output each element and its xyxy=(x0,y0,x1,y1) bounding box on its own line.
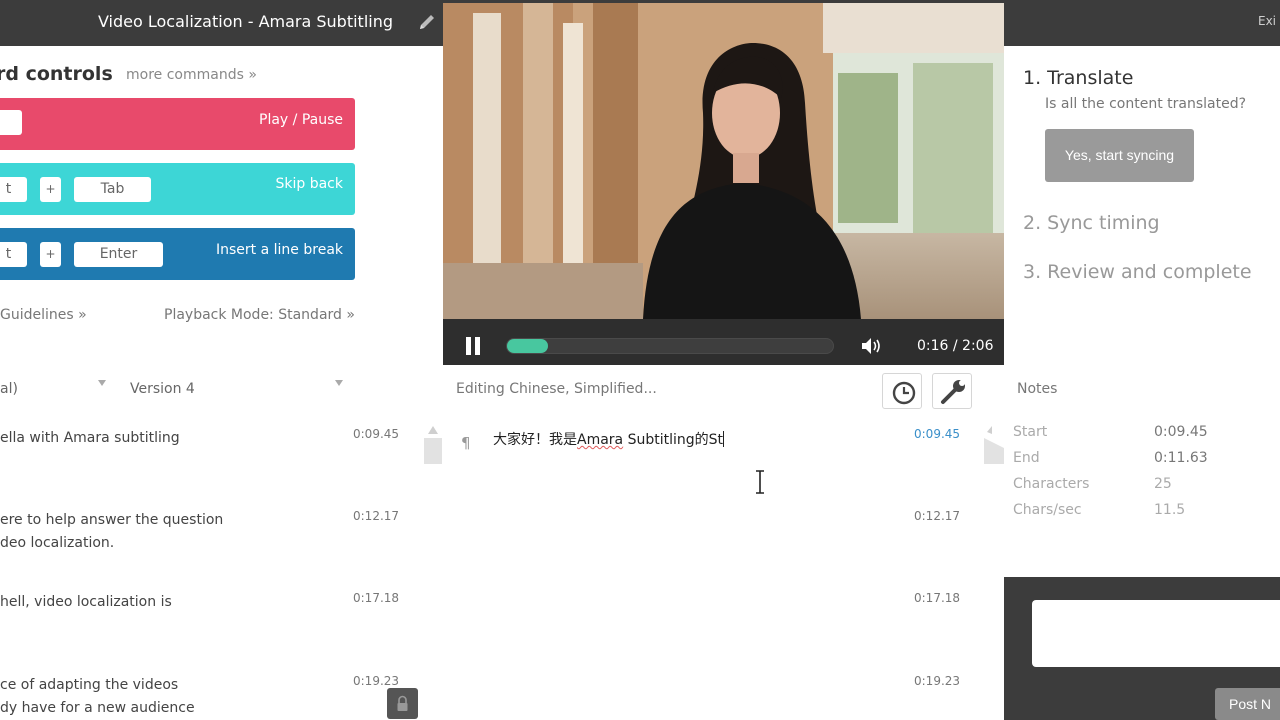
lock-icon xyxy=(397,695,408,711)
step-translate-question: Is all the content translated? xyxy=(1045,96,1247,112)
original-subtitle-time: 0:12.17 xyxy=(353,509,400,523)
start-syncing-button[interactable]: Yes, start syncing xyxy=(1045,129,1194,182)
stat-end-value: 0:11.63 xyxy=(1154,450,1208,466)
shortcut-key xyxy=(0,110,22,135)
line-break-icon[interactable]: ¶ xyxy=(461,434,471,452)
original-subtitle-text: ella with Amara subtitling xyxy=(0,430,180,446)
keyboard-controls-title: rd controls xyxy=(0,63,113,85)
original-subtitle-text: ce of adapting the videos dy have for a … xyxy=(0,677,195,716)
exit-button[interactable]: Exi xyxy=(1258,14,1276,28)
original-subtitle-text: hell, video localization is xyxy=(0,594,172,610)
original-subtitle-text: ere to help answer the question deo loca… xyxy=(0,512,224,551)
scroll-handle-right[interactable] xyxy=(984,424,1004,464)
shortcut-action-label: Play / Pause xyxy=(259,112,343,128)
original-subtitle-time: 0:17.18 xyxy=(353,591,400,605)
more-commands-link[interactable]: more commands » xyxy=(126,67,257,83)
notes-label: Notes xyxy=(1017,381,1058,397)
step-translate: 1. Translate xyxy=(1023,67,1134,89)
wrench-icon xyxy=(941,380,965,404)
stat-characters-value: 25 xyxy=(1154,476,1172,492)
video-player[interactable] xyxy=(443,3,1004,319)
stat-chars-per-sec-label: Chars/sec xyxy=(1013,502,1082,518)
text-cursor-icon xyxy=(756,470,764,494)
translation-time: 0:12.17 xyxy=(914,509,961,523)
translation-time: 0:09.45 xyxy=(914,427,961,441)
post-note-button[interactable]: Post N xyxy=(1215,688,1280,720)
shortcut-key-enter: Enter xyxy=(74,242,163,267)
scroll-handle-left[interactable] xyxy=(424,424,442,464)
pause-icon[interactable] xyxy=(465,337,481,355)
original-language-select[interactable]: al) xyxy=(0,381,18,397)
guidelines-link[interactable]: Guidelines » xyxy=(0,307,87,323)
stat-start-label: Start xyxy=(1013,424,1048,440)
video-controls: 0:16 / 2:06 xyxy=(443,319,1004,365)
shortcut-line-break: t + Enter Insert a line break xyxy=(0,228,355,280)
notes-panel: Post N xyxy=(1004,577,1280,720)
video-title: Video Localization - Amara Subtitling xyxy=(97,12,393,31)
editing-language-label: Editing Chinese, Simplified... xyxy=(456,381,657,397)
stat-end-label: End xyxy=(1013,450,1040,466)
caret-down-icon[interactable] xyxy=(97,378,107,388)
shortcut-action-label: Skip back xyxy=(275,176,344,192)
video-progress-fill xyxy=(507,339,548,353)
volume-icon[interactable] xyxy=(861,337,883,355)
shortcut-key: t xyxy=(0,242,27,267)
version-select[interactable]: Version 4 xyxy=(130,381,195,397)
shortcut-action-label: Insert a line break xyxy=(216,242,343,258)
shortcut-key-plus: + xyxy=(40,177,61,202)
caret-down-icon[interactable] xyxy=(334,378,344,388)
stat-characters-label: Characters xyxy=(1013,476,1090,492)
translation-time: 0:19.23 xyxy=(914,674,961,688)
shortcut-key-tab: Tab xyxy=(74,177,151,202)
timing-button[interactable] xyxy=(882,373,922,409)
original-subtitle-time: 0:09.45 xyxy=(353,427,400,441)
original-subtitle-time: 0:19.23 xyxy=(353,674,400,688)
step-review-complete: 3. Review and complete xyxy=(1023,261,1252,283)
subtitle-edit-input[interactable]: 大家好！我是Amara Subtitling的St xyxy=(493,429,725,449)
pencil-icon[interactable] xyxy=(417,12,437,32)
shortcut-key-plus: + xyxy=(40,242,61,267)
playback-mode-link[interactable]: Playback Mode: Standard » xyxy=(164,307,355,323)
video-progress-bar[interactable] xyxy=(506,338,834,354)
shortcut-key: t xyxy=(0,177,27,202)
shortcut-skip-back: t + Tab Skip back xyxy=(0,163,355,215)
step-sync-timing: 2. Sync timing xyxy=(1023,212,1160,234)
stat-chars-per-sec-value: 11.5 xyxy=(1154,502,1186,518)
stat-start-value: 0:09.45 xyxy=(1154,424,1208,440)
clock-icon xyxy=(892,381,916,405)
video-time-display: 0:16 / 2:06 xyxy=(917,338,994,354)
shortcut-play-pause: Play / Pause xyxy=(0,98,355,150)
video-frame-image xyxy=(443,3,1004,319)
lock-sync-button[interactable] xyxy=(387,688,418,719)
tools-button[interactable] xyxy=(932,373,972,409)
translation-time: 0:17.18 xyxy=(914,591,961,605)
text-caret xyxy=(723,431,725,447)
notes-input[interactable] xyxy=(1032,600,1280,667)
